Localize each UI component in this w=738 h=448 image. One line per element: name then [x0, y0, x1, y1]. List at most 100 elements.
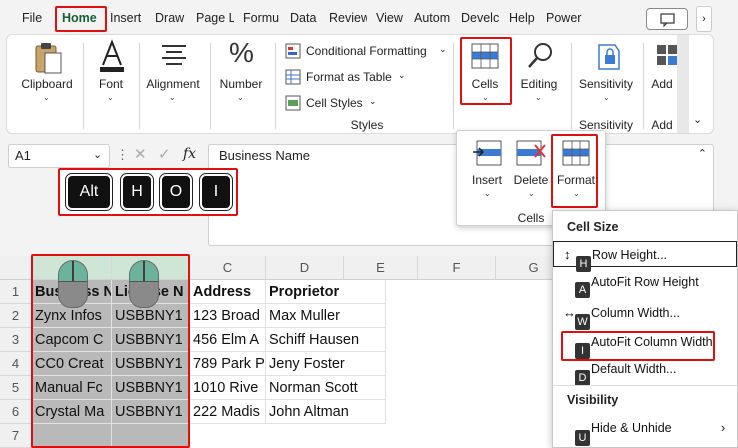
- autofit-row-height-item[interactable]: AutoFit Row Height A: [553, 269, 737, 298]
- ribbon-scroll-right-icon[interactable]: ›: [696, 6, 712, 32]
- column-header-f[interactable]: F: [418, 256, 496, 280]
- insert-function-fx-icon[interactable]: fx: [183, 146, 196, 162]
- row-height-icon: ↕: [564, 247, 571, 262]
- delete-chevron-icon: ⌄: [528, 189, 535, 198]
- default-width-label: Default Width...: [591, 362, 677, 376]
- tab-automate[interactable]: Autom: [414, 8, 454, 28]
- tab-insert[interactable]: Insert: [110, 8, 146, 28]
- magnifier-icon: [528, 43, 552, 68]
- tab-data[interactable]: Data: [290, 8, 320, 28]
- cancel-x-icon[interactable]: ✕: [134, 145, 147, 163]
- collapse-ribbon-chevron-icon[interactable]: ⌄: [693, 113, 702, 126]
- cell-c4[interactable]: 789 Park P: [190, 352, 266, 376]
- tab-review[interactable]: Review: [329, 8, 367, 28]
- cell-styles-button[interactable]: Cell Styles ⌄: [285, 95, 385, 113]
- tab-draw[interactable]: Draw: [155, 8, 187, 28]
- row-header-2[interactable]: 2: [0, 304, 32, 328]
- column-header-e[interactable]: E: [344, 256, 418, 280]
- hide-unhide-label: Hide & Unhide: [591, 421, 672, 435]
- comment-icon: [660, 13, 675, 28]
- highlight-cells-button: [460, 37, 512, 105]
- paste-icon: [35, 43, 62, 74]
- cell-c6[interactable]: 222 Madis: [190, 400, 266, 424]
- column-header-c[interactable]: C: [190, 256, 266, 280]
- row-header-5[interactable]: 5: [0, 376, 32, 400]
- cell-styles-chevron-icon: ⌄: [369, 96, 377, 106]
- cell-c5[interactable]: 1010 Rive: [190, 376, 266, 400]
- format-as-table-button[interactable]: Format as Table ⌄: [285, 69, 415, 87]
- insert-label: Insert: [471, 173, 502, 187]
- sensitivity-chevron-down-icon: ⌄: [603, 93, 610, 102]
- clipboard-button[interactable]: Clipboard: [19, 77, 75, 91]
- cell-c2[interactable]: 123 Broad: [190, 304, 266, 328]
- ribbon-scrollbar[interactable]: [677, 35, 689, 133]
- row-height-item[interactable]: ↕ Row Height... H: [553, 241, 737, 272]
- delete-cells-button[interactable]: Delete ⌄: [509, 139, 553, 203]
- sensitivity-icon: [598, 44, 620, 70]
- editing-button[interactable]: Editing: [517, 77, 561, 91]
- key-o: O: [160, 174, 192, 210]
- enter-check-icon[interactable]: ✓: [158, 145, 171, 163]
- cell-d1[interactable]: Proprietor: [266, 280, 386, 304]
- row-header-4[interactable]: 4: [0, 352, 32, 376]
- key-alt: Alt: [66, 174, 112, 210]
- insert-cells-button[interactable]: Insert ⌄: [465, 139, 509, 203]
- sensitivity-button[interactable]: Sensitivity: [575, 77, 637, 91]
- more-options-icon[interactable]: ⋮: [116, 147, 129, 163]
- tab-page-layout[interactable]: Page L: [196, 8, 234, 28]
- cell-d3[interactable]: Schiff Hausen: [266, 328, 386, 352]
- mouse-double-click-icon: [129, 260, 159, 308]
- row-header-7[interactable]: 7: [0, 424, 32, 448]
- row-header-1[interactable]: 1: [0, 280, 32, 304]
- addins-button[interactable]: Add: [649, 77, 675, 91]
- conditional-formatting-button[interactable]: Conditional Formatting ⌄: [285, 43, 465, 61]
- tab-help[interactable]: Help: [509, 8, 537, 28]
- cell-c3[interactable]: 456 Elm A: [190, 328, 266, 352]
- format-as-table-label: Format as Table: [306, 70, 392, 84]
- ribbon: Clipboard ⌄ Font ⌄ Alignment ⌄ % Number …: [6, 34, 714, 134]
- conditional-formatting-label: Conditional Formatting: [306, 44, 427, 58]
- comments-button[interactable]: [646, 8, 688, 30]
- align-center-icon: [162, 45, 186, 65]
- keytip-d: D: [575, 370, 590, 386]
- alignment-button[interactable]: Alignment: [143, 77, 203, 91]
- font-button[interactable]: Font: [91, 77, 131, 91]
- cell-d5[interactable]: Norman Scott: [266, 376, 386, 400]
- tab-file[interactable]: File: [22, 8, 46, 28]
- row-header-3[interactable]: 3: [0, 328, 32, 352]
- addins-icon: [657, 45, 677, 65]
- column-width-item[interactable]: ↔ Column Width... W: [553, 300, 737, 330]
- cell-d4[interactable]: Jeny Foster: [266, 352, 386, 376]
- autofit-row-label: AutoFit Row Height: [591, 275, 699, 289]
- default-width-item[interactable]: Default Width... D: [553, 356, 737, 386]
- tab-power[interactable]: Power: [546, 8, 586, 28]
- conditional-formatting-chevron-icon: ⌄: [439, 44, 447, 54]
- cell-d2[interactable]: Max Muller: [266, 304, 386, 328]
- cell-c1[interactable]: Address: [190, 280, 266, 304]
- cell-d6[interactable]: John Altman: [266, 400, 386, 424]
- visibility-heading: Visibility: [567, 393, 619, 407]
- font-chevron-down-icon: ⌄: [107, 93, 114, 102]
- insert-cells-icon: [473, 140, 502, 166]
- name-box-chevron-icon[interactable]: ⌄: [93, 148, 102, 161]
- select-all-corner[interactable]: [0, 256, 32, 280]
- cell-styles-label: Cell Styles: [306, 96, 363, 110]
- column-header-d[interactable]: D: [266, 256, 344, 280]
- column-width-label: Column Width...: [591, 306, 680, 320]
- key-i: I: [200, 174, 232, 210]
- tab-formulas[interactable]: Formu: [243, 8, 281, 28]
- expand-formula-bar-icon[interactable]: ⌃: [698, 147, 707, 160]
- menu-divider: [553, 385, 737, 386]
- key-h: H: [121, 174, 153, 210]
- row-header-6[interactable]: 6: [0, 400, 32, 424]
- formula-content: Business Name: [219, 148, 311, 163]
- tab-developer[interactable]: Develc: [461, 8, 501, 28]
- number-button[interactable]: Number: [215, 77, 267, 91]
- cell-size-heading: Cell Size: [567, 220, 619, 234]
- delete-label: Delete: [513, 173, 549, 187]
- tab-view[interactable]: View: [376, 8, 406, 28]
- name-box[interactable]: A1 ⌄: [8, 144, 110, 168]
- alignment-chevron-down-icon: ⌄: [169, 93, 176, 102]
- hide-unhide-item[interactable]: Hide & Unhide › U: [553, 415, 737, 446]
- highlight-format-button: [551, 134, 598, 208]
